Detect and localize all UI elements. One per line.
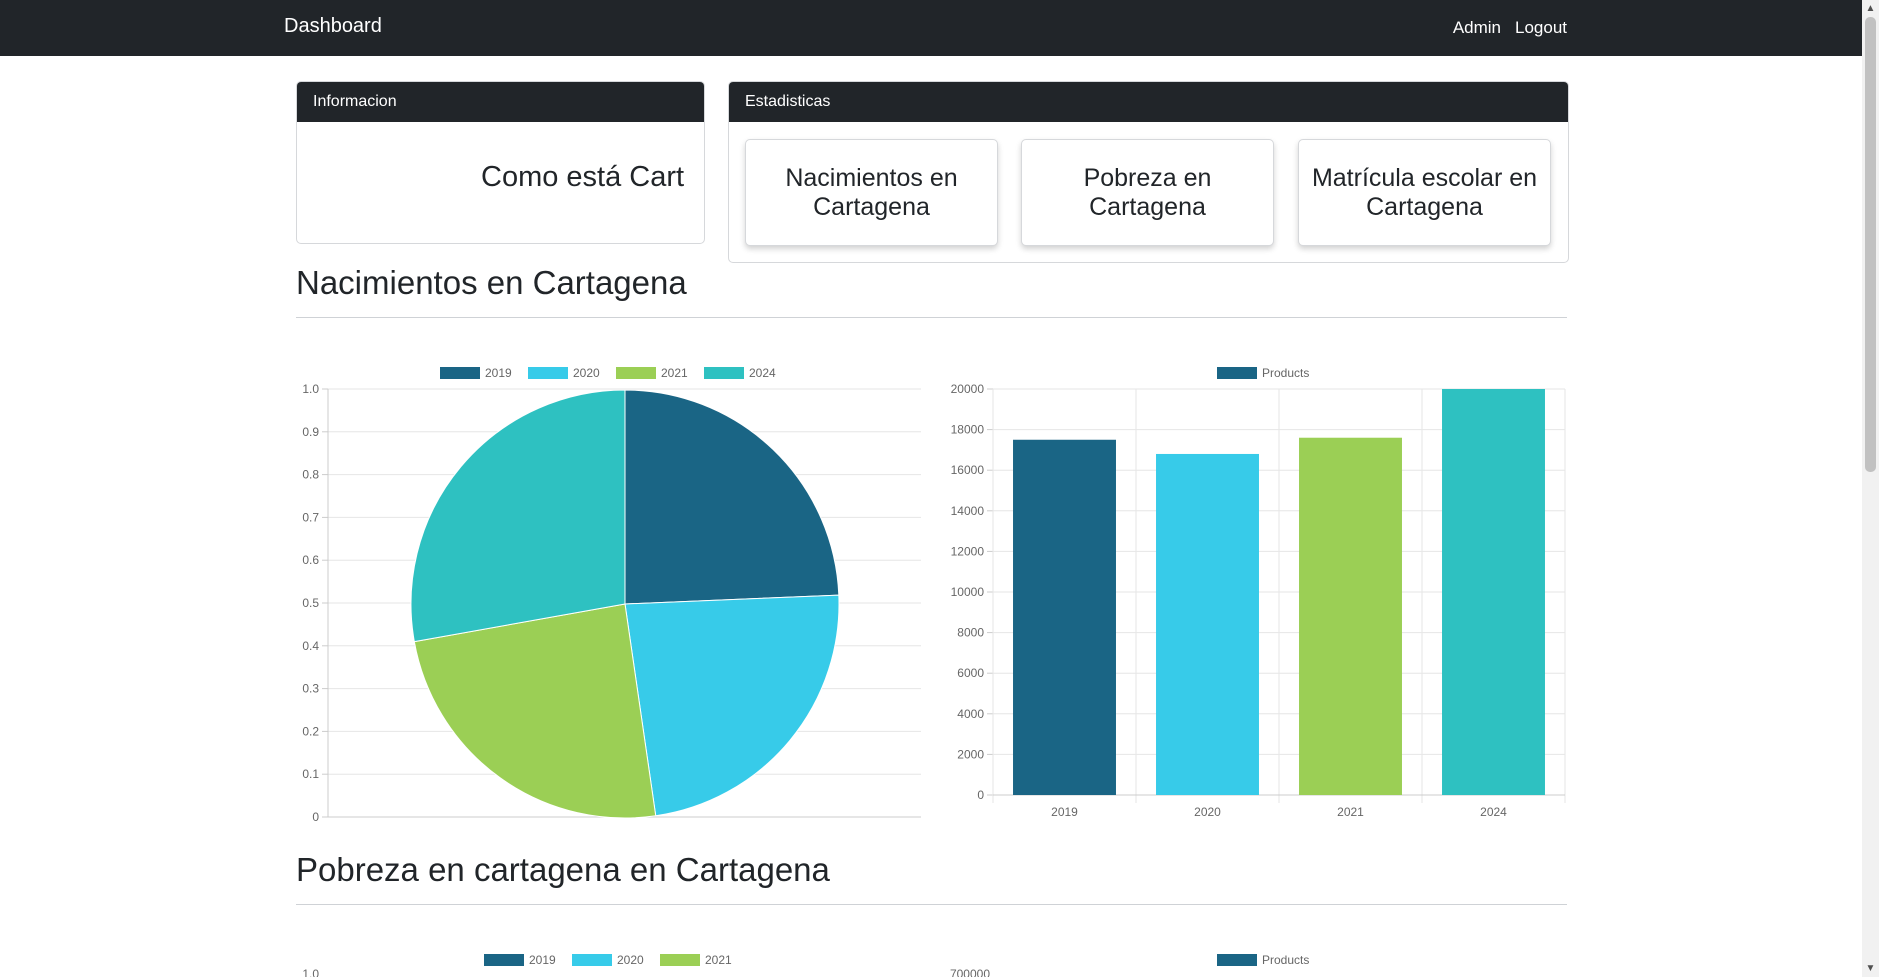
legend-swatch	[704, 367, 744, 379]
legend-swatch	[484, 954, 524, 966]
scroll-down-icon[interactable]: ▼	[1862, 960, 1879, 977]
y-tick-label: 0.2	[302, 724, 319, 738]
stat-button-pobreza[interactable]: Pobreza en Cartagena	[1021, 139, 1274, 246]
legend-swatch	[1217, 954, 1257, 966]
bar-chart-nacimientos: Products20000180001600014000120001000080…	[951, 366, 1566, 819]
legend-label: 2020	[617, 953, 644, 967]
top-navbar: Dashboard Admin Logout	[0, 0, 1862, 56]
y-tick-label: 0	[977, 788, 984, 802]
y-tick-label: 6000	[957, 666, 984, 680]
pie-slice-2019	[624, 389, 840, 605]
page-scrollbar[interactable]: ▲ ▼	[1862, 0, 1879, 977]
legend-label: 2024	[749, 366, 776, 380]
legend-swatch	[616, 367, 656, 379]
legend-label: 2019	[485, 366, 512, 380]
x-tick-label: 2019	[1051, 805, 1078, 819]
bar-2020	[1156, 453, 1259, 795]
logout-link[interactable]: Logout	[1515, 18, 1567, 38]
admin-link[interactable]: Admin	[1453, 18, 1501, 38]
legend-swatch	[440, 367, 480, 379]
y-tick-label: 1.0	[302, 382, 319, 396]
y-tick-label: 2000	[957, 747, 984, 761]
y-tick-label: 8000	[957, 626, 984, 640]
pie-slice-2020	[624, 594, 840, 817]
legend-label: 2020	[573, 366, 600, 380]
y-tick-label: 18000	[951, 423, 985, 437]
info-card-body: Como está Cartagena	[297, 122, 704, 242]
stats-card-header: Estadisticas	[729, 82, 1568, 122]
scroll-up-icon[interactable]: ▲	[1862, 0, 1879, 17]
legend-label: Products	[1262, 953, 1309, 967]
legend-label: 2021	[705, 953, 732, 967]
y-tick-label: 16000	[951, 463, 985, 477]
legend-label: 2019	[529, 953, 556, 967]
section-title-pobreza: Pobreza en cartagena en Cartagena	[296, 851, 830, 888]
pie-slice-2021	[413, 603, 657, 819]
bar-2021	[1299, 437, 1402, 795]
y-tick-label: 0.7	[302, 510, 319, 524]
y-tick-label: 14000	[951, 504, 985, 518]
bar-chart-pobreza: Products 700000	[950, 953, 1309, 977]
y-tick-label: 0.8	[302, 468, 319, 482]
legend-swatch	[660, 954, 700, 966]
section-title-nacimientos: Nacimientos en Cartagena	[296, 264, 687, 301]
info-card: Informacion Como está Cartagena	[296, 81, 705, 244]
bar-2019	[1013, 439, 1116, 795]
y-tick-label: 20000	[951, 382, 985, 396]
navbar-links: Admin Logout	[1453, 18, 1567, 38]
y-tick-label: 4000	[957, 707, 984, 721]
y-tick-label: 12000	[951, 544, 985, 558]
y-tick-label: 0.1	[302, 767, 319, 781]
bar-2024	[1442, 389, 1545, 795]
legend-swatch	[572, 954, 612, 966]
legend-swatch	[1217, 367, 1257, 379]
y-tick-label: 0.6	[302, 553, 319, 567]
y-tick-label: 0.4	[302, 639, 319, 653]
info-card-header: Informacion	[297, 82, 704, 122]
legend-swatch	[528, 367, 568, 379]
y-tick-label: 0	[312, 810, 319, 824]
y-tick-label: 700000	[950, 967, 990, 977]
pie-chart-pobreza: 2019 2020 2021 1.0	[302, 953, 732, 977]
section-divider	[296, 317, 1567, 318]
legend-label: Products	[1262, 366, 1309, 380]
y-tick-label: 0.5	[302, 596, 319, 610]
y-tick-label: 0.9	[302, 425, 319, 439]
stat-button-nacimientos[interactable]: Nacimientos en Cartagena	[745, 139, 998, 246]
stats-card: Estadisticas Nacimientos en Cartagena Po…	[728, 81, 1569, 263]
pie-slice-2024	[410, 389, 626, 643]
x-tick-label: 2021	[1337, 805, 1364, 819]
stat-button-matricula[interactable]: Matrícula escolar en Cartagena	[1298, 139, 1551, 246]
x-tick-label: 2024	[1480, 805, 1507, 819]
y-tick-label: 0.3	[302, 682, 319, 696]
info-marquee-text: Como está Cartagena	[481, 161, 685, 193]
navbar-brand[interactable]: Dashboard	[284, 15, 382, 38]
section-divider	[296, 904, 1567, 905]
y-tick-label: 10000	[951, 585, 985, 599]
pie-chart-nacimientos: 2019 2020 2021 2024 1.0 0.9 0.8 0.7 0.6 0.5 0.4 0.3…	[302, 366, 921, 824]
legend-label: 2021	[661, 366, 688, 380]
x-tick-label: 2020	[1194, 805, 1221, 819]
y-tick-label: 1.0	[302, 967, 319, 977]
scrollbar-thumb[interactable]	[1865, 17, 1876, 472]
